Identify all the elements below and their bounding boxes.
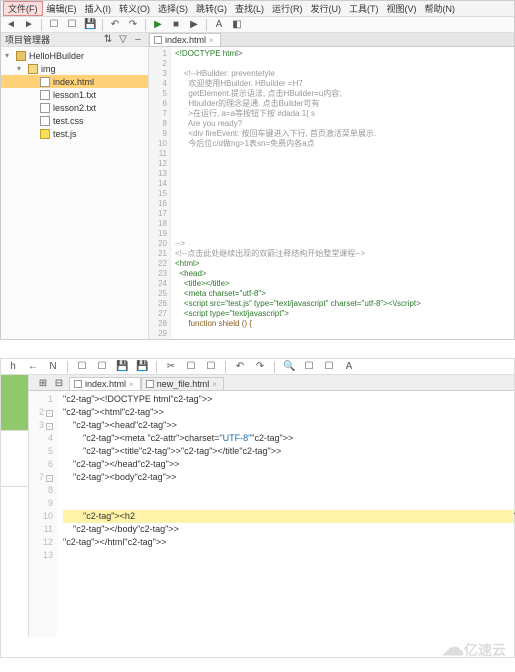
find-icon[interactable]: A <box>213 19 225 31</box>
separator <box>102 19 103 31</box>
txt-file-icon <box>40 90 50 100</box>
ide-window-bottom: h ← N ☐ ☐ 💾 💾 ✂ ☐ ☐ ↶ ↷ 🔍 ☐ ☐ A ⊞ ⊟ <box>0 358 515 658</box>
pin-icon[interactable]: ◧ <box>231 19 243 31</box>
save-icon[interactable]: 💾 <box>84 19 96 31</box>
config-icon[interactable]: ⊟ <box>53 378 65 390</box>
expand-icon[interactable]: ⊞ <box>37 378 49 390</box>
copy-icon[interactable]: ☐ <box>185 361 197 373</box>
link-icon[interactable]: ⇅ <box>102 34 114 46</box>
html-file-icon <box>40 77 50 87</box>
menu-view[interactable]: 视图(V) <box>383 2 421 15</box>
paste-icon[interactable]: ☐ <box>205 361 217 373</box>
js-file-icon <box>40 129 50 139</box>
back-icon[interactable]: ◄ <box>5 19 17 31</box>
code-area[interactable]: 1234567891011121314151617181920212223242… <box>149 47 514 339</box>
cut-icon[interactable]: ✂ <box>165 361 177 373</box>
code-lines-bottom[interactable]: "c2-tag"><!DOCTYPE html"c2-tag">> "c2-ta… <box>57 391 514 637</box>
menu-select[interactable]: 选择(S) <box>154 2 192 15</box>
ide-window-top: 文件(F) 编辑(E) 插入(I) 转义(O) 选择(S) 跳转(G) 查找(L… <box>0 0 515 340</box>
html-file-icon <box>146 380 154 388</box>
code-area-bottom[interactable]: 12-3-4567-8910111213 "c2-tag"><!DOCTYPE … <box>29 391 514 637</box>
replace-icon[interactable]: ☐ <box>303 361 315 373</box>
code-editor-top: index.html × 123456789101112131415161718… <box>149 33 514 339</box>
minimize-icon[interactable]: – <box>132 34 144 46</box>
tree-project[interactable]: ▾HelloHBuilder <box>1 49 148 62</box>
css-file-icon <box>40 116 50 126</box>
tree-file-testcss[interactable]: test.css <box>1 114 148 127</box>
tree-folder-img[interactable]: ▾img <box>1 62 148 75</box>
separator <box>225 361 226 373</box>
html-file-icon <box>74 380 82 388</box>
close-icon[interactable]: × <box>209 36 214 45</box>
separator <box>67 361 68 373</box>
separator <box>145 19 146 31</box>
side-tab[interactable] <box>1 431 28 487</box>
undo-icon[interactable]: ↶ <box>109 19 121 31</box>
close-icon[interactable]: × <box>212 380 217 389</box>
folder-icon <box>16 51 26 61</box>
tab-index-bottom[interactable]: index.html × <box>69 377 141 390</box>
project-explorer: 项目管理器 ⇅ ▽ – ▾HelloHBuilder ▾img index.ht… <box>1 33 149 339</box>
tab-index[interactable]: index.html × <box>149 33 221 46</box>
editor-tabs: index.html × <box>149 33 514 47</box>
menu-find[interactable]: 查找(L) <box>231 2 268 15</box>
folder-open-icon <box>28 64 38 74</box>
debug-icon[interactable]: ▶ <box>188 19 200 31</box>
tree-file-testjs[interactable]: test.js <box>1 127 148 140</box>
back-icon[interactable]: ← <box>27 361 39 373</box>
separator <box>274 361 275 373</box>
separator <box>156 361 157 373</box>
menu-escape[interactable]: 转义(O) <box>115 2 154 15</box>
menu-goto[interactable]: 跳转(G) <box>192 2 231 15</box>
find-icon[interactable]: 🔍 <box>283 361 295 373</box>
new-icon[interactable]: ☐ <box>48 19 60 31</box>
home-icon[interactable]: h <box>7 361 19 373</box>
close-icon[interactable]: × <box>129 380 134 389</box>
menu-help[interactable]: 帮助(N) <box>421 2 460 15</box>
menu-edit[interactable]: 编辑(E) <box>43 2 81 15</box>
menubar: 文件(F) 编辑(E) 插入(I) 转义(O) 选择(S) 跳转(G) 查找(L… <box>1 1 514 17</box>
redo-icon[interactable]: ↷ <box>254 361 266 373</box>
tree-file-index[interactable]: index.html <box>1 75 148 88</box>
side-tab-strip <box>1 375 29 637</box>
fwd-icon[interactable]: ► <box>23 19 35 31</box>
line-gutter: 1234567891011121314151617181920212223242… <box>149 47 171 339</box>
collapse-icon[interactable]: ▽ <box>117 34 129 46</box>
open-icon[interactable]: ☐ <box>66 19 78 31</box>
font-icon[interactable]: A <box>343 361 355 373</box>
tree-file-lesson1[interactable]: lesson1.txt <box>1 88 148 101</box>
stop-icon[interactable]: ■ <box>170 19 182 31</box>
separator <box>206 19 207 31</box>
open-icon[interactable]: ☐ <box>96 361 108 373</box>
html-file-icon <box>154 36 162 44</box>
code-editor-bottom: ⊞ ⊟ index.html × new_file.html × 12-3-45… <box>29 375 514 637</box>
saveall-icon[interactable]: 💾 <box>136 361 148 373</box>
menu-run[interactable]: 运行(R) <box>268 2 307 15</box>
watermark-logo: ☁亿速云 <box>442 635 506 661</box>
nav-icon[interactable]: N <box>47 361 59 373</box>
txt-file-icon <box>40 103 50 113</box>
editor-tabs-bottom: ⊞ ⊟ index.html × new_file.html × <box>29 375 514 391</box>
toolbar-bottom: h ← N ☐ ☐ 💾 💾 ✂ ☐ ☐ ↶ ↷ 🔍 ☐ ☐ A <box>1 359 514 375</box>
run-icon[interactable]: ▶ <box>152 19 164 31</box>
line-gutter-bottom: 12-3-4567-8910111213 <box>29 391 57 637</box>
menu-tools[interactable]: 工具(T) <box>345 2 383 15</box>
menu-publish[interactable]: 发行(U) <box>307 2 346 15</box>
sidebar-title: 项目管理器 <box>5 33 50 46</box>
mark-icon[interactable]: ☐ <box>323 361 335 373</box>
tab-newfile[interactable]: new_file.html × <box>141 377 224 390</box>
separator <box>41 19 42 31</box>
save-icon[interactable]: 💾 <box>116 361 128 373</box>
undo-icon[interactable]: ↶ <box>234 361 246 373</box>
toolbar: ◄ ► ☐ ☐ 💾 ↶ ↷ ▶ ■ ▶ A ◧ <box>1 17 514 33</box>
new-icon[interactable]: ☐ <box>76 361 88 373</box>
side-tab-active[interactable] <box>1 375 28 431</box>
menu-file[interactable]: 文件(F) <box>3 1 43 16</box>
file-tree: ▾HelloHBuilder ▾img index.html lesson1.t… <box>1 47 148 142</box>
menu-insert[interactable]: 插入(I) <box>81 2 116 15</box>
redo-icon[interactable]: ↷ <box>127 19 139 31</box>
tree-file-lesson2[interactable]: lesson2.txt <box>1 101 148 114</box>
code-lines[interactable]: <!DOCTYPE html> <!--HBuilder: preventety… <box>171 47 514 339</box>
